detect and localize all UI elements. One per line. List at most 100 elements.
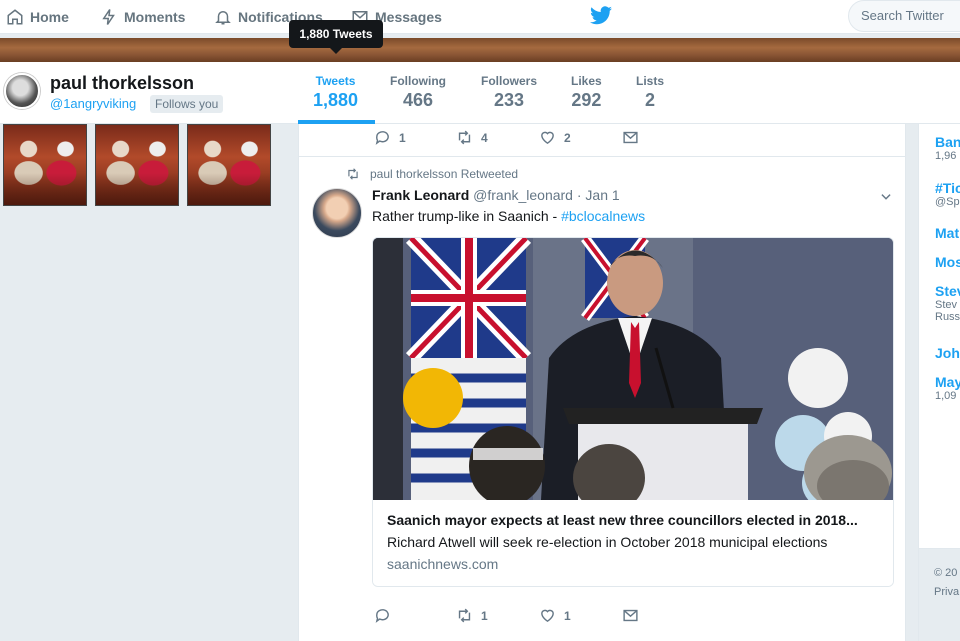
trend-item[interactable]: May 1,09 (935, 374, 960, 402)
reply-button[interactable]: 1 (374, 129, 406, 146)
trend-item[interactable]: #Tic @Sp (935, 180, 960, 208)
nav-home[interactable]: Home (6, 6, 69, 28)
retweet-icon (458, 608, 471, 623)
stat-followers-value: 233 (493, 90, 525, 110)
trend-meta: @Sp (935, 196, 960, 208)
top-navigation-bar: Home Moments Notifications Messages Sear… (0, 0, 960, 34)
tweet-actions: 1 1 (299, 607, 905, 631)
tweet-timeline: 1 4 2 paul thorkelsson Retweeted Frank L… (298, 124, 906, 641)
trend-meta: 1,96 (935, 150, 957, 162)
tweet-author-name[interactable]: Frank Leonard (372, 187, 469, 203)
nav-home-label: Home (30, 9, 69, 25)
stat-following[interactable]: Following 466 (390, 74, 446, 111)
stat-followers-label: Followers (481, 74, 538, 88)
hashtag-link[interactable]: #bclocalnews (561, 208, 645, 224)
card-description: Richard Atwell will seek re-election in … (387, 534, 828, 550)
envelope-icon (623, 131, 638, 144)
reply-icon (375, 131, 389, 145)
retweeted-by-text[interactable]: paul thorkelsson Retweeted (370, 167, 518, 181)
avatar[interactable] (312, 188, 362, 238)
stat-lists-label: Lists (636, 74, 665, 88)
stat-likes[interactable]: Likes 292 (571, 74, 602, 111)
tweet-author-handle[interactable]: @frank_leonard (473, 187, 573, 203)
sidebar-footer: © 20 Priva (919, 548, 960, 641)
tweet-body: Rather trump-like in Saanich - (372, 208, 562, 224)
tweets-count-tooltip: 1,880 Tweets (289, 20, 383, 54)
stat-tweets[interactable]: Tweets 1,880 (313, 74, 358, 111)
stat-following-value: 466 (402, 90, 434, 110)
profile-handle[interactable]: @1angryviking (50, 96, 136, 111)
heart-icon (541, 131, 554, 145)
like-button[interactable]: 2 (539, 129, 571, 146)
reply-count: 1 (399, 130, 406, 145)
twitter-bird-icon[interactable] (589, 5, 613, 27)
trend-meta: Stev (935, 299, 958, 311)
tweet-date[interactable]: · Jan 1 (577, 187, 620, 203)
profile-banner (0, 38, 960, 62)
card-photo (373, 238, 893, 500)
stat-likes-label: Likes (571, 74, 602, 88)
reply-button[interactable] (374, 607, 399, 624)
trend-item[interactable]: Joh (935, 345, 960, 361)
like-button[interactable]: 1 (539, 607, 571, 624)
stat-lists-value: 2 (645, 90, 656, 110)
profile-nav-bar: paul thorkelsson @1angryviking Follows y… (0, 62, 960, 124)
trend-name: Joh (935, 345, 960, 361)
trend-name: Mos (935, 254, 960, 270)
photo-thumbnail[interactable] (187, 124, 271, 206)
stat-following-label: Following (390, 74, 446, 88)
profile-name[interactable]: paul thorkelsson (50, 73, 194, 94)
nav-moments-label: Moments (124, 9, 186, 25)
tweet-header: Frank Leonard @frank_leonard · Jan 1 (372, 187, 620, 203)
stat-tweets-value: 1,880 (313, 90, 359, 110)
stat-followers[interactable]: Followers 233 (481, 74, 537, 111)
search-input[interactable]: Search Twitter (848, 0, 960, 32)
heart-icon (541, 609, 554, 623)
bell-icon (215, 11, 231, 25)
trend-name: Ban (935, 134, 960, 150)
trend-item[interactable]: Mat (935, 225, 959, 241)
trend-item[interactable]: Stev Stev Russ (935, 283, 960, 323)
privacy-link[interactable]: Priva (934, 586, 959, 598)
like-count: 2 (564, 130, 571, 145)
retweet-context: paul thorkelsson Retweeted (346, 167, 518, 181)
trend-item[interactable]: Ban 1,96 (935, 134, 960, 162)
card-body: Saanich mayor expects at least new three… (373, 500, 893, 586)
chevron-down-icon[interactable] (879, 190, 893, 204)
lightning-icon (102, 9, 115, 25)
nav-messages-label: Messages (375, 9, 442, 25)
photo-thumbnail[interactable] (3, 124, 87, 206)
card-image (373, 238, 893, 500)
copyright-text: © 20 (934, 567, 958, 579)
trend-name: Mat (935, 225, 960, 241)
envelope-icon (623, 609, 638, 622)
trend-meta: Russ (935, 311, 960, 323)
avatar[interactable] (4, 73, 40, 109)
follows-you-badge: Follows you (150, 95, 224, 113)
direct-message-button[interactable] (622, 607, 639, 624)
prev-tweet-actions: 1 4 2 (299, 129, 905, 153)
link-card[interactable]: Saanich mayor expects at least new three… (372, 237, 894, 587)
photo-thumbnail[interactable] (95, 124, 179, 206)
stat-tweets-label: Tweets (315, 74, 356, 88)
trend-name: May (935, 374, 960, 390)
retweet-icon (458, 130, 471, 145)
tweet-divider (299, 156, 905, 157)
retweet-count: 1 (481, 608, 488, 623)
direct-message-button[interactable] (622, 129, 639, 146)
retweet-button[interactable]: 4 (456, 129, 488, 146)
retweet-count: 4 (481, 130, 488, 145)
tweet-text: Rather trump-like in Saanich - #bclocaln… (372, 208, 645, 224)
like-count: 1 (564, 608, 571, 623)
retweet-icon (348, 168, 358, 180)
trend-meta: 1,09 (935, 390, 957, 402)
card-title: Saanich mayor expects at least new three… (387, 512, 858, 528)
trend-name: Stev (935, 283, 960, 299)
home-icon (7, 9, 23, 25)
card-url: saanichnews.com (387, 556, 499, 572)
retweet-button[interactable]: 1 (456, 607, 488, 624)
nav-moments[interactable]: Moments (100, 6, 185, 28)
stat-lists[interactable]: Lists 2 (636, 74, 664, 111)
stat-likes-value: 292 (571, 90, 602, 110)
trend-item[interactable]: Mos (935, 254, 960, 270)
